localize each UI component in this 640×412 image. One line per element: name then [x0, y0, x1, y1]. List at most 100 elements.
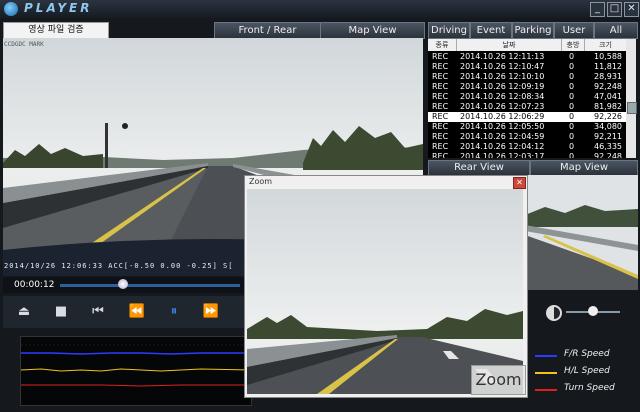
previous-button[interactable]: ⏮: [88, 303, 108, 321]
fr-speed-legend-swatch: [535, 355, 557, 357]
close-button[interactable]: ✕: [624, 2, 639, 17]
hl-speed-legend-label: H/L Speed: [564, 366, 610, 376]
turn-speed-legend-swatch: [535, 389, 557, 391]
list-item-size: 92,248: [594, 152, 622, 158]
fast-forward-button[interactable]: ⏩: [201, 303, 221, 321]
file-list[interactable]: REC 2014.10.26 12:11:13 0 10,588 REC 2014.10.…: [428, 39, 626, 158]
sensor-graph: [20, 336, 252, 406]
rear-road-scene: [525, 175, 638, 290]
list-item[interactable]: REC 2014.10.26 12:11:13 0 10,588: [428, 52, 626, 62]
column-header-date[interactable]: 날짜: [457, 39, 562, 51]
column-header-type[interactable]: 종류: [428, 39, 457, 51]
list-item-flag: 0: [569, 112, 575, 121]
tab-right-map-view[interactable]: Map View: [530, 160, 638, 176]
brightness-slider-thumb[interactable]: [588, 306, 598, 316]
rear-video[interactable]: [525, 175, 638, 290]
file-list-scroll-thumb[interactable]: [627, 102, 637, 114]
tab-all[interactable]: All: [594, 22, 638, 39]
list-item-type: REC: [432, 122, 449, 131]
list-item[interactable]: REC 2014.10.26 12:04:59 0 92,211: [428, 132, 626, 142]
list-item-size: 92,248: [594, 82, 622, 91]
list-item-type: REC: [432, 102, 449, 111]
list-item-size: 92,211: [594, 132, 622, 141]
pause-button[interactable]: ⏸: [164, 303, 184, 321]
list-item-type: REC: [432, 92, 449, 101]
minimize-button[interactable]: _: [590, 2, 605, 17]
list-item-date: 2014.10.26 12:07:23: [460, 102, 545, 111]
tab-front-rear[interactable]: Front / Rear: [214, 22, 321, 39]
list-item[interactable]: REC 2014.10.26 12:03:17 0 92,248: [428, 152, 626, 158]
tab-user[interactable]: User: [554, 22, 594, 39]
list-item-date: 2014.10.26 12:10:47: [460, 62, 545, 71]
list-item-type: REC: [432, 52, 449, 61]
list-item[interactable]: REC 2014.10.26 12:10:47 0 11,812: [428, 62, 626, 72]
list-item[interactable]: REC 2014.10.26 12:07:23 0 81,982: [428, 102, 626, 112]
list-item-date: 2014.10.26 12:04:59: [460, 132, 545, 141]
list-item-type: REC: [432, 142, 449, 151]
tab-parking[interactable]: Parking: [512, 22, 554, 39]
list-item-flag: 0: [569, 62, 575, 71]
zoom-close-button[interactable]: ✕: [513, 177, 526, 189]
hl-speed-line: [20, 368, 252, 372]
list-item-size: 10,588: [594, 52, 622, 61]
file-list-header: 종류 날짜 충방 크기: [428, 39, 627, 51]
list-item-flag: 0: [569, 132, 575, 141]
list-item-date: 2014.10.26 12:04:12: [460, 142, 545, 151]
list-item[interactable]: REC 2014.10.26 12:08:34 0 47,041: [428, 92, 626, 102]
column-header-flag[interactable]: 충방: [562, 39, 585, 51]
fr-speed-line: [21, 352, 251, 355]
list-item[interactable]: REC 2014.10.26 12:06:29 0 92,226: [428, 112, 626, 122]
restore-button[interactable]: □: [607, 2, 622, 17]
list-item-flag: 0: [569, 152, 575, 158]
stop-button[interactable]: ■: [51, 303, 71, 321]
app-logo-icon: [4, 2, 18, 16]
list-item-size: 92,226: [594, 112, 622, 121]
video-timestamp-overlay: 2014/10/26 12:06:33 ACC[-0.50 0.00 -0.25…: [4, 262, 234, 270]
list-item[interactable]: REC 2014.10.26 12:09:19 0 92,248: [428, 82, 626, 92]
turn-speed-legend-label: Turn Speed: [564, 383, 615, 393]
zoom-label-button[interactable]: Zoom: [471, 365, 526, 395]
seek-thumb[interactable]: [118, 279, 128, 289]
file-list-scrollbar[interactable]: [626, 39, 636, 158]
list-item-date: 2014.10.26 12:08:34: [460, 92, 545, 101]
list-item-type: REC: [432, 82, 449, 91]
list-item[interactable]: REC 2014.10.26 12:04:12 0 46,335: [428, 142, 626, 152]
zoom-road-scene: [247, 189, 523, 394]
list-item-flag: 0: [569, 92, 575, 101]
elapsed-time: 00:00:12: [14, 280, 55, 290]
column-header-size[interactable]: 크기: [585, 39, 627, 51]
list-item-size: 81,982: [594, 102, 622, 111]
list-item[interactable]: REC 2014.10.26 12:10:10 0 28,931: [428, 72, 626, 82]
tab-rear-view[interactable]: Rear View: [428, 160, 530, 176]
list-item-type: REC: [432, 132, 449, 141]
sensor-graph-lines: [20, 344, 252, 387]
hl-speed-legend-swatch: [535, 372, 557, 374]
verify-file-button[interactable]: 영상 파일 검증: [3, 22, 109, 39]
list-item-size: 47,041: [594, 92, 622, 101]
list-item-flag: 0: [569, 102, 575, 111]
zoom-window-title: Zoom: [249, 177, 273, 186]
list-item-size: 11,812: [594, 62, 622, 71]
zoom-video[interactable]: [247, 189, 523, 394]
tab-event[interactable]: Event: [470, 22, 512, 39]
list-item[interactable]: REC 2014.10.26 12:05:50 0 34,080: [428, 122, 626, 132]
list-item-flag: 0: [569, 142, 575, 151]
list-item-type: REC: [432, 72, 449, 81]
list-item-size: 46,335: [594, 142, 622, 151]
list-item-date: 2014.10.26 12:05:50: [460, 122, 545, 131]
list-item-flag: 0: [569, 82, 575, 91]
brightness-icon: [546, 305, 562, 321]
rewind-button[interactable]: ⏪: [127, 303, 147, 321]
list-item-flag: 0: [569, 122, 575, 131]
turn-speed-line: [21, 384, 251, 387]
seek-track[interactable]: [60, 284, 240, 287]
list-item-size: 28,931: [594, 72, 622, 81]
fr-speed-legend-label: F/R Speed: [564, 349, 610, 359]
list-item-type: REC: [432, 152, 449, 158]
tab-map-view[interactable]: Map View: [320, 22, 425, 39]
eject-button[interactable]: ⏏: [14, 303, 34, 321]
list-item-date: 2014.10.26 12:03:17: [460, 152, 545, 158]
list-item-date: 2014.10.26 12:09:19: [460, 82, 545, 91]
tab-driving[interactable]: Driving: [428, 22, 470, 39]
list-item-date: 2014.10.26 12:10:10: [460, 72, 545, 81]
